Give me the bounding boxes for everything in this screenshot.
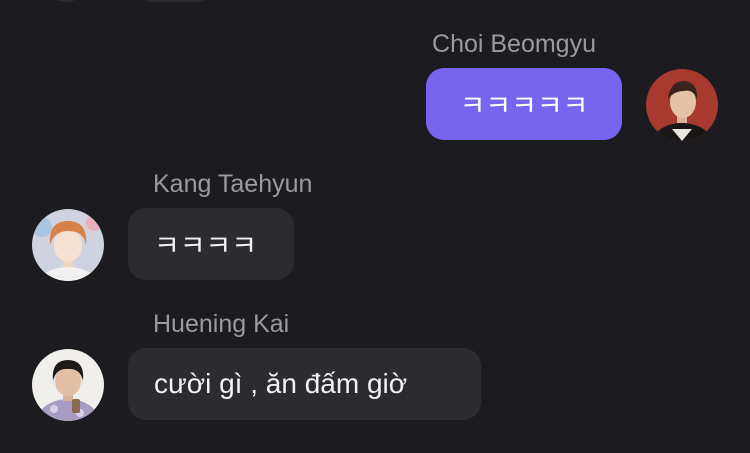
sender-name: Kang Taehyun (153, 170, 313, 198)
previous-bubble-clipped (140, 0, 210, 2)
message-bubble-incoming[interactable]: ㅋㅋㅋㅋ (128, 208, 294, 280)
avatar-photo-icon (646, 69, 718, 141)
avatar-photo-icon (32, 349, 104, 421)
previous-avatar-clipped (46, 0, 86, 2)
avatar-huening-kai[interactable] (32, 349, 104, 421)
avatar-photo-icon (32, 209, 104, 281)
avatar-choi-beomgyu[interactable] (646, 69, 718, 141)
avatar-kang-taehyun[interactable] (32, 209, 104, 281)
sender-name: Huening Kai (153, 310, 290, 338)
message-bubble-outgoing[interactable]: ㅋㅋㅋㅋㅋ (426, 68, 622, 140)
chat-thread: Choi Beomgyu ㅋㅋㅋㅋㅋ Kang Taehyun ㅋㅋㅋㅋ Hue… (0, 0, 750, 453)
message-bubble-incoming[interactable]: cười gì , ăn đấm giờ (128, 348, 481, 420)
sender-name: Choi Beomgyu (432, 30, 596, 58)
